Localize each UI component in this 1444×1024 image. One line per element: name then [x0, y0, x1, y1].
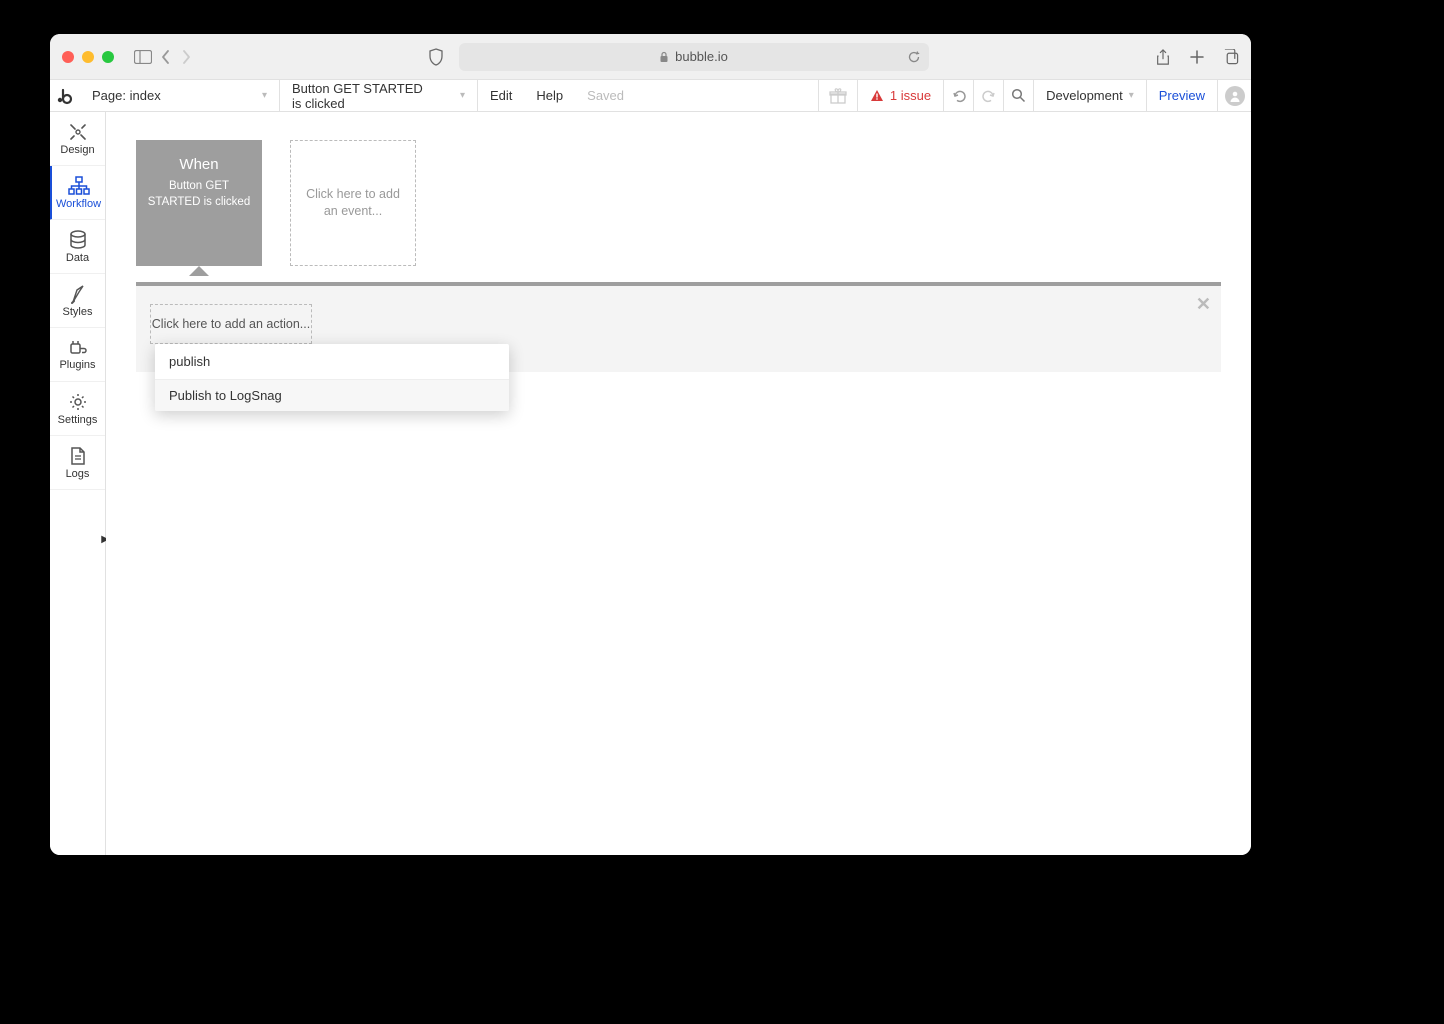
styles-icon	[69, 284, 87, 304]
lock-icon	[659, 51, 669, 63]
sidebar-item-label: Plugins	[59, 359, 95, 371]
chevron-down-icon: ▾	[232, 90, 267, 101]
sidebar-item-label: Settings	[58, 414, 98, 426]
event-description: Button GET STARTED is clicked	[144, 179, 254, 210]
edit-link[interactable]: Edit	[478, 80, 524, 111]
reload-icon[interactable]	[907, 50, 921, 64]
plugins-icon	[68, 339, 88, 357]
close-window-button[interactable]	[62, 51, 74, 63]
sidebar-item-settings[interactable]: Settings	[50, 382, 105, 436]
events-row: When Button GET STARTED is clicked Click…	[106, 112, 1251, 266]
sidebar-item-label: Logs	[66, 468, 90, 480]
left-sidebar: Design Workflow Data Styles	[50, 112, 106, 855]
event-selector[interactable]: Button GET STARTED is clicked ▾	[280, 80, 478, 111]
warning-icon	[870, 89, 884, 102]
url-text: bubble.io	[675, 49, 728, 64]
sidebar-item-label: Styles	[63, 306, 93, 318]
chrome-right-controls	[1155, 49, 1239, 65]
add-event-placeholder: Click here to add an event...	[303, 186, 403, 221]
issues-indicator[interactable]: 1 issue	[857, 80, 943, 111]
event-name: Button GET STARTED is clicked	[292, 81, 430, 111]
issues-count: 1 issue	[890, 88, 931, 103]
workflow-icon	[68, 176, 90, 196]
traffic-lights	[62, 51, 114, 63]
workflow-canvas: When Button GET STARTED is clicked Click…	[106, 112, 1251, 855]
bubble-logo[interactable]	[50, 80, 80, 111]
event-when-label: When	[179, 156, 218, 173]
browser-chrome: bubble.io	[50, 34, 1251, 80]
privacy-shield-icon[interactable]	[423, 48, 449, 66]
action-search-dropdown: publish Publish to LogSnag	[155, 344, 509, 411]
logs-icon	[70, 446, 86, 466]
tabs-overview-icon[interactable]	[1223, 49, 1239, 65]
gift-icon[interactable]	[818, 80, 857, 111]
chevron-down-icon: ▾	[1129, 90, 1134, 101]
close-icon[interactable]: ✕	[1196, 294, 1211, 315]
share-icon[interactable]	[1155, 49, 1171, 65]
sidebar-item-logs[interactable]: Logs	[50, 436, 105, 490]
design-icon	[68, 122, 88, 142]
help-link[interactable]: Help	[524, 80, 575, 111]
page-label-prefix: Page:	[92, 88, 126, 103]
save-status: Saved	[575, 80, 636, 111]
environment-selector[interactable]: Development ▾	[1033, 80, 1146, 111]
minimize-window-button[interactable]	[82, 51, 94, 63]
new-tab-icon[interactable]	[1189, 49, 1205, 65]
sidebar-item-label: Design	[60, 144, 94, 156]
sidebar-item-label: Data	[66, 252, 89, 264]
forward-button[interactable]	[180, 49, 192, 65]
gear-icon	[68, 392, 88, 412]
page-selector[interactable]: Page: index ▾	[80, 80, 280, 111]
environment-label: Development	[1046, 88, 1123, 103]
redo-button[interactable]	[973, 80, 1003, 111]
sidebar-item-data[interactable]: Data	[50, 220, 105, 274]
undo-button[interactable]	[943, 80, 973, 111]
sidebar-item-styles[interactable]: Styles	[50, 274, 105, 328]
user-avatar[interactable]	[1217, 80, 1251, 111]
back-button[interactable]	[160, 49, 172, 65]
search-button[interactable]	[1003, 80, 1033, 111]
url-bar[interactable]: bubble.io	[459, 43, 929, 71]
chevron-down-icon: ▾	[430, 90, 465, 101]
browser-window: bubble.io Page: index ▾ Bu	[50, 34, 1251, 855]
event-card-selected[interactable]: When Button GET STARTED is clicked	[136, 140, 262, 266]
maximize-window-button[interactable]	[102, 51, 114, 63]
sidebar-item-label: Workflow	[56, 198, 101, 210]
sidebar-item-workflow[interactable]: Workflow	[50, 166, 105, 220]
add-action-placeholder: Click here to add an action...	[152, 317, 310, 331]
page-name: index	[130, 88, 161, 103]
data-icon	[69, 230, 87, 250]
preview-link[interactable]: Preview	[1146, 80, 1217, 111]
sidebar-item-design[interactable]: Design	[50, 112, 105, 166]
sidebar-toggle-icon[interactable]	[130, 50, 156, 64]
app-header: Page: index ▾ Button GET STARTED is clic…	[50, 80, 1251, 112]
avatar-icon	[1225, 86, 1245, 106]
action-search-input[interactable]: publish	[155, 344, 509, 380]
add-action-card[interactable]: Click here to add an action...	[150, 304, 312, 344]
main-area: Design Workflow Data Styles	[50, 112, 1251, 855]
sidebar-item-plugins[interactable]: Plugins	[50, 328, 105, 382]
dropdown-option-publish-logsnag[interactable]: Publish to LogSnag	[155, 380, 509, 411]
add-event-card[interactable]: Click here to add an event...	[290, 140, 416, 266]
